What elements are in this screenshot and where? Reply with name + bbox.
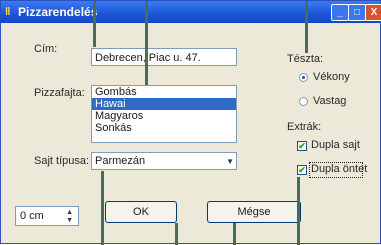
dough-label: Tészta:: [287, 53, 324, 65]
close-button[interactable]: X: [365, 4, 381, 21]
checkbox-dupla-sajt-label: Dupla sajt: [311, 139, 360, 151]
size-value: 0 cm: [20, 210, 44, 222]
checkbox-dupla-sajt[interactable]: ✔: [297, 141, 307, 151]
list-item-magyaros[interactable]: Magyaros: [92, 110, 236, 122]
list-item-gombas[interactable]: Gombás: [92, 86, 236, 98]
pizza-icon: ‖: [5, 6, 11, 18]
pointer-bar: [305, 1, 308, 53]
window-title: Pizzarendelés: [18, 5, 98, 19]
address-input[interactable]: Debrecen, Piac u. 47.: [91, 48, 237, 66]
checkbox-dupla-ontet[interactable]: ✔: [297, 165, 307, 175]
cheese-type-select[interactable]: Parmezán ▼: [91, 152, 237, 170]
pointer-bar: [101, 171, 104, 245]
cancel-button[interactable]: Mégse: [207, 201, 301, 223]
spin-up-icon[interactable]: ▲: [66, 209, 73, 216]
extras-label: Extrák:: [287, 121, 322, 133]
list-item-sonkas[interactable]: Sonkás: [92, 122, 236, 134]
pointer-bar: [175, 223, 178, 245]
pointer-bar: [233, 223, 236, 245]
radio-vastag[interactable]: [299, 97, 308, 106]
radio-vekony-label: Vékony: [313, 71, 350, 83]
pointer-bar: [297, 177, 300, 245]
list-item-hawai[interactable]: Hawai: [92, 98, 236, 110]
ok-button[interactable]: OK: [105, 201, 177, 223]
pizza-order-window: ‖ Pizzarendelés _ □ X Cím: Debrecen, Pia…: [0, 0, 381, 245]
cheese-type-label: Sajt típusa:: [34, 155, 90, 167]
radio-vastag-label: Vastag: [313, 95, 347, 107]
address-label: Cím:: [34, 43, 58, 55]
pizza-type-label: Pizzafajta:: [34, 87, 85, 99]
pointer-bar: [93, 1, 96, 47]
radio-vekony[interactable]: [299, 73, 308, 82]
pointer-bar: [145, 1, 148, 85]
maximize-button[interactable]: □: [348, 4, 366, 21]
title-bar[interactable]: ‖ Pizzarendelés _ □ X: [1, 1, 381, 23]
minimize-button[interactable]: _: [331, 4, 349, 21]
checkbox-dupla-ontet-label: Dupla öntet: [311, 163, 368, 175]
spin-down-icon[interactable]: ▼: [66, 217, 73, 224]
chevron-down-icon[interactable]: ▼: [226, 154, 234, 170]
pizza-type-list[interactable]: Gombás Hawai Magyaros Sonkás: [91, 85, 237, 143]
size-spinner[interactable]: 0 cm ▲ ▼: [15, 206, 79, 226]
cheese-type-value: Parmezán: [95, 155, 146, 167]
